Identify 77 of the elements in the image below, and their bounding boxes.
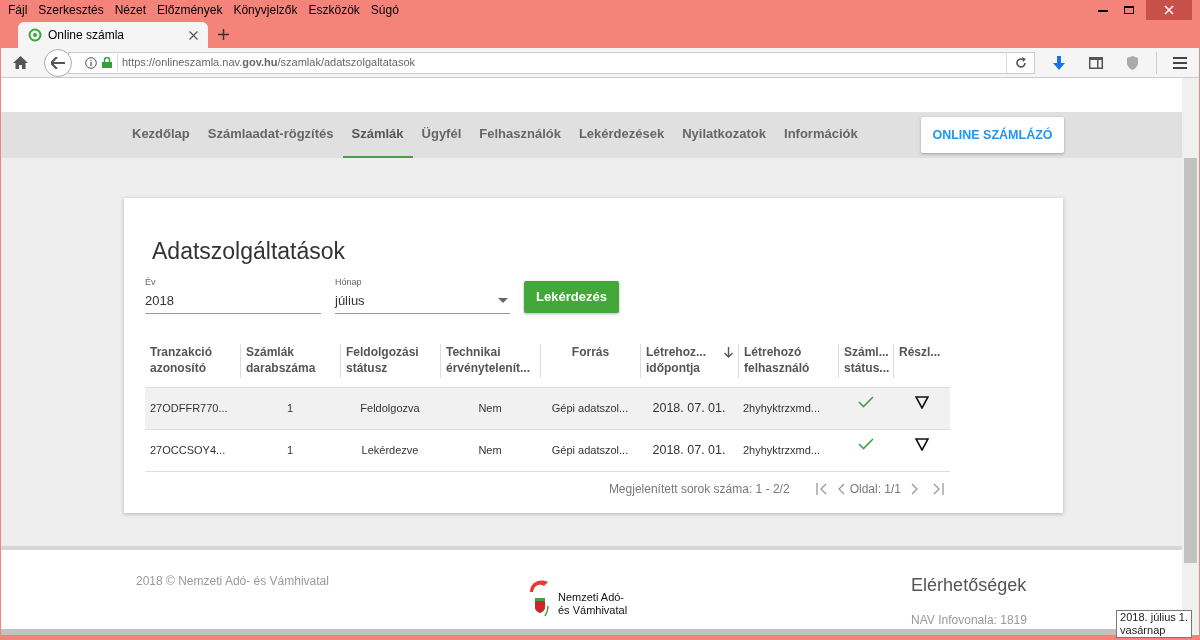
nav-link[interactable]: Kezdőlap — [123, 112, 199, 158]
column-header[interactable]: Forrás — [571, 343, 610, 360]
next-page-icon[interactable] — [911, 482, 918, 495]
plus-icon[interactable] — [218, 29, 229, 40]
nav-link[interactable]: Lekérdezések — [569, 112, 674, 158]
column-header[interactable]: Létrehoz... időpontja — [646, 343, 722, 376]
table-cell-text: Gépi adatszol... — [551, 442, 629, 458]
clock-tooltip: 2018. július 1. vasárnap — [1116, 610, 1192, 638]
expand-triangle-icon[interactable] — [914, 395, 929, 409]
last-page-icon[interactable] — [932, 482, 944, 495]
back-arrow-icon[interactable] — [51, 56, 65, 69]
table-cell-text: 1 — [286, 442, 294, 458]
info-icon[interactable] — [85, 56, 97, 69]
url-text: https://onlineszamla.nav.gov.hu/szamlak/adatszolgaltatasok — [117, 54, 1001, 71]
copyright-text: 2018 © Nemzeti Adó- és Vámhivatal — [136, 573, 330, 590]
column-header[interactable]: Számlák darabszáma — [246, 343, 335, 376]
home-icon[interactable] — [13, 56, 28, 69]
column-header[interactable]: Technikai érvénytelenít... — [446, 343, 535, 376]
site-icon — [28, 28, 42, 42]
nav-link[interactable]: Információk — [775, 112, 867, 158]
menu-item[interactable]: Előzmények — [157, 1, 223, 19]
column-header[interactable]: Részl... — [899, 343, 941, 360]
menu-item[interactable]: Szerkesztés — [38, 1, 104, 19]
table-cell-text: 27OCCSOY4... — [150, 442, 226, 458]
first-page-icon[interactable] — [815, 482, 828, 495]
check-icon — [857, 396, 874, 408]
tab-title: Online számla — [48, 27, 126, 44]
page-info: Oldal: 1/1 — [849, 480, 901, 498]
hotline-text: NAV Infovonala: 1819 — [911, 612, 1027, 629]
table-cell-text: 2018. 07. 01. — [652, 441, 726, 459]
rows-info: Megjelenített sorok száma: 1 - 2/2 — [608, 480, 790, 498]
nav-link[interactable]: Felhasználók — [470, 112, 570, 158]
table-cell-text: 27ODFFR770... — [150, 400, 228, 416]
year-field[interactable]: Év 2018 — [145, 275, 321, 314]
menu-item[interactable]: Nézet — [114, 1, 147, 19]
sidebar-icon[interactable] — [1089, 56, 1103, 69]
maximize-icon[interactable] — [1124, 6, 1134, 14]
close-icon[interactable] — [189, 30, 198, 40]
menu-item[interactable]: Könyvjelzők — [233, 1, 298, 19]
logo-text: és Vámhivatal — [558, 604, 628, 617]
address-bar[interactable]: https://onlineszamla.nav.gov.hu/szamlak/adatszolgaltatasok — [68, 51, 1035, 74]
page-title: Adatszolgáltatások — [151, 237, 347, 266]
table-cell-text: Nem — [478, 400, 502, 416]
table-cell-text: 2hyhyktrzxmd... — [743, 400, 821, 416]
table-cell-text: Lekérdezve — [361, 442, 419, 458]
column-header[interactable]: Létrehozó felhasználó — [744, 343, 833, 376]
lock-icon — [102, 57, 112, 68]
minimize-icon[interactable] — [1098, 9, 1108, 13]
table-cell-text: 1 — [286, 400, 294, 416]
nav-link[interactable]: Nyilatkozatok — [673, 112, 775, 158]
table-cell-text: Feldolgozva — [360, 400, 420, 416]
table-cell-text: 2018. 07. 01. — [652, 399, 726, 417]
expand-triangle-icon[interactable] — [914, 437, 929, 451]
table-row[interactable]: 27ODFFR770... 1 Feldolgozva Nem Gépi adatszol... 2018. 07. 01. 2hyhyktrzxmd... — [145, 387, 950, 430]
reload-icon[interactable] — [1014, 56, 1027, 69]
contacts-heading: Elérhetőségek — [911, 574, 1027, 597]
menu-item[interactable]: Eszközök — [308, 1, 360, 19]
menu-item[interactable]: Súgó — [370, 1, 399, 19]
table-cell-text: Nem — [478, 442, 502, 458]
nav-link[interactable]: Számlaadat-rögzítés — [198, 112, 343, 158]
month-select[interactable]: Hónap július — [335, 275, 510, 314]
table-cell-text: 2hyhyktrzxmd... — [743, 442, 821, 458]
logo-text: Nemzeti Adó- — [558, 591, 626, 604]
browser-tab[interactable]: Online számla — [18, 22, 208, 48]
column-header[interactable]: Tranzakció azonosító — [150, 343, 235, 376]
dropdown-caret-icon — [498, 298, 508, 304]
sort-down-icon[interactable] — [724, 346, 733, 358]
menu-item[interactable]: Fájl — [8, 1, 28, 19]
column-header[interactable]: Száml... státus... — [844, 343, 888, 376]
previous-page-icon[interactable] — [837, 482, 845, 495]
column-header[interactable]: Feldolgozási státusz — [346, 343, 435, 376]
download-icon[interactable] — [1053, 55, 1065, 70]
check-icon — [857, 438, 874, 450]
table-cell-text: Gépi adatszol... — [551, 400, 629, 416]
back-button[interactable] — [44, 48, 72, 77]
nav-link[interactable]: Ügyfél — [412, 112, 471, 158]
menu-icon[interactable] — [1173, 56, 1187, 69]
